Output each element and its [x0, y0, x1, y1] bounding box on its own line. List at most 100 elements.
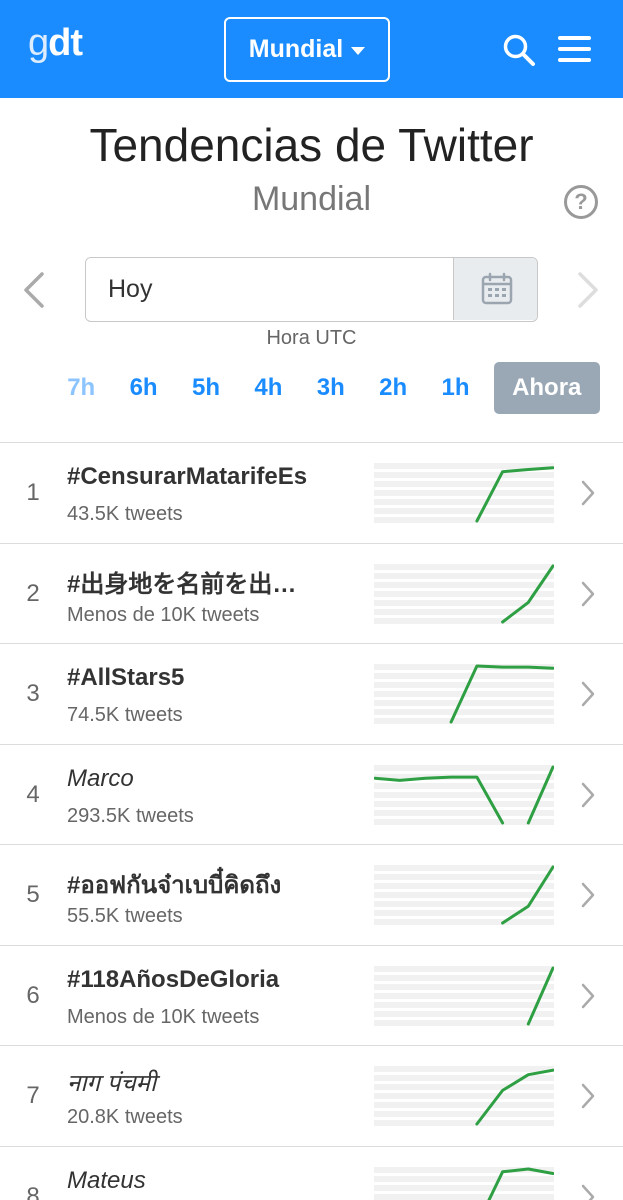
hour-tab-6h[interactable]: 6h [112, 362, 174, 414]
hour-tab-ahora[interactable]: Ahora [493, 362, 600, 414]
sparkline-grid-band [374, 883, 554, 889]
timezone-label: Hora UTC [266, 327, 357, 349]
trend-rank: 4 [26, 780, 40, 808]
hour-tab-1h[interactable]: 1h [424, 362, 486, 414]
trend-name[interactable]: #出身地を名前を出… [67, 564, 357, 599]
sparkline-grid-band [374, 572, 554, 579]
trend-sparkline [374, 1066, 554, 1126]
sparkline-grid-band [374, 700, 554, 706]
hour-tabs: 7h 6h 5h 4h 3h 2h 1h Ahora [50, 362, 600, 414]
page-title: Tendencias de Twitter [89, 119, 534, 171]
sparkline-grid-band [374, 992, 554, 999]
chevron-right-icon[interactable] [580, 1082, 596, 1110]
trend-name[interactable]: #CensurarMatarifeEs [67, 463, 357, 491]
trend-sparkline [374, 664, 554, 724]
sparkline-grid-band [374, 782, 554, 789]
sparkline-grid-band [374, 1184, 554, 1191]
sparkline-grid-band [374, 517, 554, 523]
region-label: Mundial [248, 35, 344, 63]
trend-row[interactable]: 4 Marco 293.5K tweets [0, 743, 623, 845]
trend-row[interactable]: 3 #AllStars5 74.5K tweets [0, 643, 623, 744]
sparkline-grid-band [374, 1084, 554, 1090]
sparkline-grid-band [374, 481, 554, 487]
chevron-right-icon[interactable] [574, 270, 602, 310]
help-icon[interactable]: ? [564, 185, 598, 219]
sparkline-grid-band [374, 499, 554, 505]
sparkline-grid-band [374, 463, 554, 469]
hamburger-menu-icon[interactable] [558, 36, 591, 62]
trend-tweet-count: 55.5K tweets [67, 905, 183, 927]
sparkline-grid-band [374, 764, 554, 771]
trend-tweet-count: 293.5K tweets [67, 804, 194, 827]
region-dropdown-button[interactable]: Mundial [224, 17, 390, 82]
sparkline-grid-band [374, 910, 554, 916]
date-input[interactable] [86, 258, 453, 320]
sparkline-grid-band [374, 974, 554, 981]
sparkline-grid-band [374, 1019, 554, 1026]
sparkline-grid-band [374, 1175, 554, 1182]
sparkline-grid-band [374, 617, 554, 624]
trend-name[interactable]: #AllStars5 [67, 664, 357, 692]
search-icon[interactable] [502, 33, 536, 67]
sparkline-grid-band [374, 608, 554, 615]
trend-name[interactable]: Marco [67, 765, 357, 793]
trend-row[interactable]: 5 #ออฟกันจ๋าเบบี๋คิดถึง 55.5K tweets [0, 844, 623, 945]
sparkline-grid-band [374, 809, 554, 816]
sparkline-grid-band [374, 590, 554, 597]
chevron-right-icon[interactable] [580, 781, 596, 809]
sparkline-grid-band [374, 1010, 554, 1017]
trend-tweet-count: 20.8K tweets [67, 1106, 183, 1128]
trend-row[interactable]: 2 #出身地を名前を出… Menos de 10K tweets [0, 542, 623, 644]
hour-tab-4h[interactable]: 4h [237, 362, 299, 414]
trend-rank: 3 [26, 680, 40, 707]
sparkline-grid-band [374, 508, 554, 514]
sparkline-grid-band [374, 1093, 554, 1099]
chevron-right-icon[interactable] [580, 881, 596, 909]
trend-rank: 2 [26, 579, 40, 607]
sparkline-grid-band [374, 581, 554, 588]
trend-rank: 6 [26, 981, 40, 1009]
trend-tweet-count: 74.5K tweets [67, 704, 183, 726]
sparkline-grid-band [374, 1120, 554, 1126]
trend-rank: 1 [26, 479, 40, 506]
sparkline-grid-band [374, 682, 554, 688]
trend-row[interactable]: 6 #118AñosDeGloria Menos de 10K tweets [0, 944, 623, 1046]
trend-rank: 7 [26, 1082, 40, 1109]
hour-tab-5h[interactable]: 5h [175, 362, 237, 414]
chevron-right-icon[interactable] [580, 680, 596, 708]
chevron-left-icon[interactable] [20, 270, 48, 310]
trend-sparkline [374, 463, 554, 523]
hour-tab-2h[interactable]: 2h [362, 362, 424, 414]
page-subtitle: Mundial [251, 180, 372, 218]
trend-sparkline [374, 865, 554, 925]
site-logo[interactable]: gdt [28, 22, 83, 65]
trend-row[interactable]: 1 #CensurarMatarifeEs 43.5K tweets [0, 442, 623, 543]
sparkline-grid-band [374, 818, 554, 825]
trend-sparkline [374, 764, 554, 825]
sparkline-grid-band [374, 983, 554, 990]
trend-name[interactable]: #118AñosDeGloria [67, 966, 357, 994]
trend-row[interactable]: 7 नाग पंचमी 20.8K tweets [0, 1045, 623, 1146]
sparkline-grid-band [374, 1066, 554, 1072]
calendar-button[interactable] [453, 258, 537, 320]
trend-name[interactable]: Mateus [67, 1167, 357, 1195]
top-bar: gdt Mundial [0, 0, 623, 98]
logo-g: g [28, 22, 49, 64]
trend-sparkline [374, 965, 554, 1026]
sparkline-grid-band [374, 1102, 554, 1108]
trend-row[interactable]: 8 Mateus [0, 1145, 623, 1200]
trend-list: 1 #CensurarMatarifeEs 43.5K tweets 2 #出身地を名前… [0, 442, 623, 1200]
sparkline-grid-band [374, 1001, 554, 1008]
sparkline-grid-band [374, 1111, 554, 1117]
sparkline-grid-band [374, 709, 554, 715]
sparkline-grid-band [374, 965, 554, 972]
hour-tab-3h[interactable]: 3h [300, 362, 362, 414]
trend-rank: 5 [26, 881, 40, 908]
chevron-right-icon[interactable] [580, 1183, 596, 1200]
hour-tab-7h[interactable]: 7h [50, 362, 112, 414]
chevron-right-icon[interactable] [580, 580, 596, 608]
chevron-right-icon[interactable] [580, 982, 596, 1010]
trend-name[interactable]: नाग पंचमी [67, 1066, 357, 1099]
chevron-right-icon[interactable] [580, 479, 596, 507]
trend-name[interactable]: #ออฟกันจ๋าเบบี๋คิดถึง [67, 865, 357, 904]
